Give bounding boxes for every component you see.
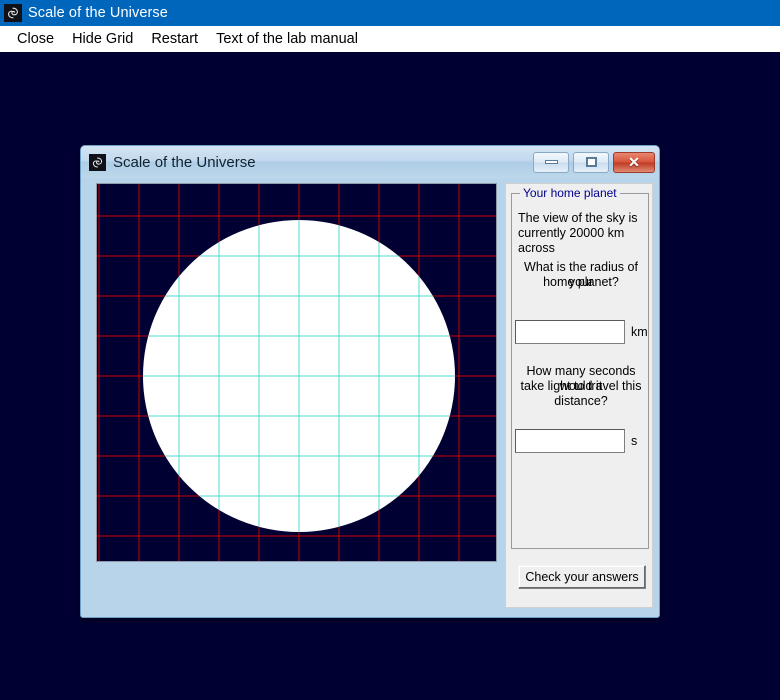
menu-hide-grid[interactable]: Hide Grid (63, 26, 142, 52)
check-answers-button[interactable]: Check your answers (518, 565, 646, 589)
light-time-unit-label: s (631, 434, 638, 448)
groupbox-legend: Your home planet (520, 186, 620, 200)
app-window-titlebar[interactable]: Scale of the Universe ✕ (81, 146, 659, 178)
radius-input[interactable] (515, 320, 625, 344)
menu-restart[interactable]: Restart (142, 26, 207, 52)
scale-of-the-universe-window: Scale of the Universe ✕ Your home planet… (80, 145, 660, 618)
question2-line2: take light to travel this (520, 379, 642, 393)
desktop-background: Scale of the Universe ✕ Your home planet… (0, 52, 780, 700)
view-info-line1: The view of the sky is (518, 211, 638, 225)
os-window-titlebar: Scale of the Universe (0, 0, 780, 26)
answers-panel: Your home planet The view of the sky is … (505, 183, 653, 608)
window-controls: ✕ (533, 151, 655, 173)
os-window-title: Scale of the Universe (28, 5, 168, 21)
question1-line2: home planet? (543, 275, 619, 289)
close-icon[interactable]: ✕ (613, 151, 655, 173)
minimize-icon[interactable] (533, 151, 569, 173)
maximize-glyph (585, 157, 597, 167)
spiral-galaxy-icon (89, 153, 106, 171)
view-info-line2: currently 20000 km across (518, 226, 625, 255)
maximize-icon[interactable] (573, 151, 609, 173)
sky-view-frame (96, 183, 497, 562)
app-window-title: Scale of the Universe (113, 153, 256, 171)
minimize-glyph (544, 160, 558, 164)
question2-line3: distance? (554, 394, 608, 408)
os-menubar: Close Hide Grid Restart Text of the lab … (0, 26, 780, 52)
close-glyph: ✕ (628, 154, 640, 170)
spiral-galaxy-icon (4, 4, 22, 22)
light-time-input[interactable] (515, 429, 625, 453)
sky-graphic (97, 184, 496, 561)
radius-unit-label: km (631, 325, 648, 339)
app-client-area: Your home planet The view of the sky is … (81, 178, 659, 617)
menu-text-of-the-lab-manual[interactable]: Text of the lab manual (207, 26, 367, 52)
radius-answer-row: km (515, 320, 648, 344)
sky-view-canvas[interactable] (97, 184, 496, 561)
light-time-answer-row: s (515, 429, 637, 453)
menu-close[interactable]: Close (8, 26, 63, 52)
